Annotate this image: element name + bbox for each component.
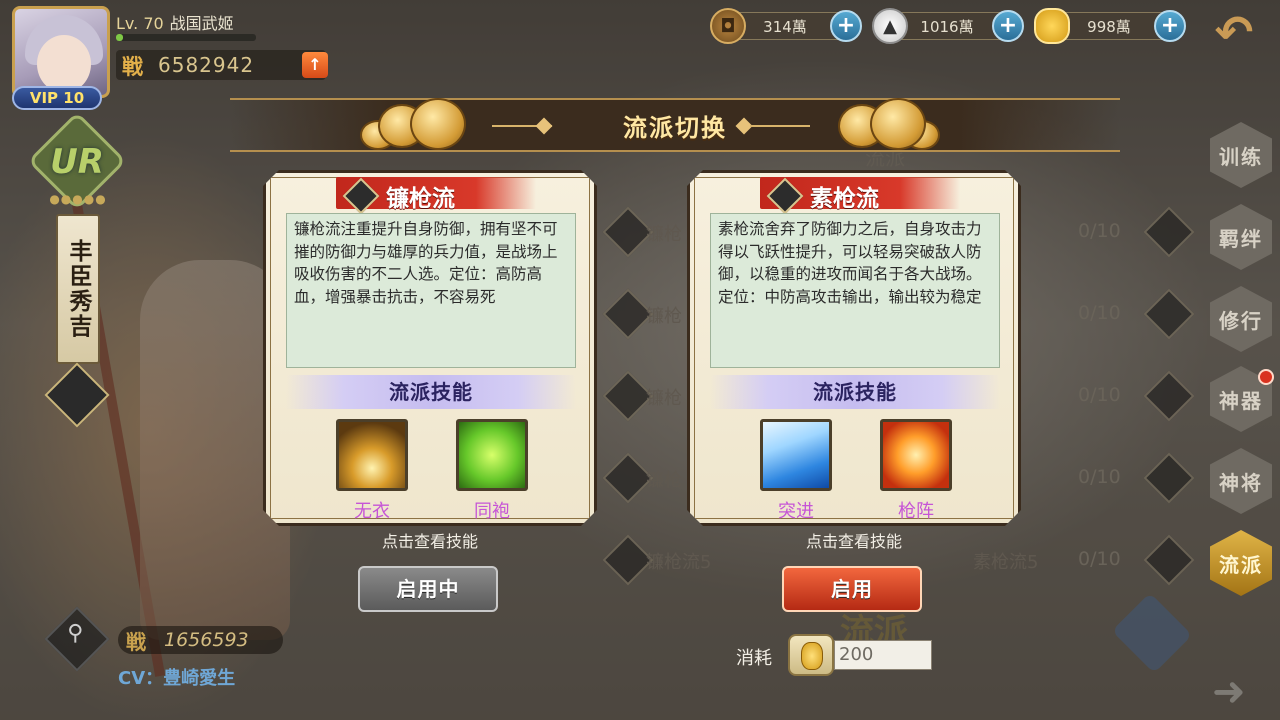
fire-tornado-icon[interactable] xyxy=(880,419,952,491)
search-icon: ⚲ xyxy=(67,621,84,647)
skill-item[interactable]: 突进 xyxy=(758,419,834,521)
enable-school-button[interactable]: 启用 xyxy=(782,566,922,612)
vip-badge[interactable]: VIP 10 xyxy=(12,86,102,110)
school-enabled-button[interactable]: 启用中 xyxy=(358,566,498,612)
power-value: 6582942 xyxy=(158,53,255,77)
power-up-icon[interactable]: ↑ xyxy=(302,52,328,78)
cost-value: 200 xyxy=(834,640,932,670)
currency-value: 998萬 xyxy=(1087,18,1131,36)
rice-ball-icon: ▲ xyxy=(872,8,908,44)
hero-power-value: 1656593 xyxy=(164,629,249,651)
add-gold-button[interactable]: + xyxy=(1154,10,1186,42)
player-power: 戦 6582942 ↑ xyxy=(116,50,328,80)
cost-row: 消耗 200 xyxy=(736,634,956,676)
skill-item[interactable]: 无衣 xyxy=(334,419,410,521)
view-skills-hint: 点击查看技能 xyxy=(805,532,902,551)
currency-coin: ◘ 314萬 + xyxy=(710,8,862,44)
dialog-header: 流派切换 xyxy=(230,98,1120,152)
gold-koban-icon xyxy=(1034,8,1070,44)
view-skills-hint: 点击查看技能 xyxy=(381,532,478,551)
green-slime-icon[interactable] xyxy=(456,419,528,491)
notification-dot xyxy=(1258,369,1274,385)
divider xyxy=(750,125,810,127)
fire-burst-icon[interactable] xyxy=(336,419,408,491)
avatar-face xyxy=(37,35,91,93)
card-title: 镰枪流 xyxy=(386,186,455,212)
cloud-ornament-icon xyxy=(820,94,940,156)
currency-value: 314萬 xyxy=(763,18,807,36)
exp-bar xyxy=(116,34,256,41)
currency-gold: 998萬 + xyxy=(1034,8,1186,44)
add-rice-button[interactable]: + xyxy=(992,10,1024,42)
dialog-title: 流派切换 xyxy=(623,114,727,142)
currency-rice: ▲ 1016萬 + xyxy=(872,8,1024,44)
skill-name: 枪阵 xyxy=(898,501,934,522)
skill-item[interactable]: 同袍 xyxy=(454,419,530,521)
level-label: Lv. 70 xyxy=(116,14,164,33)
hero-name: 丰臣秀吉 xyxy=(56,214,100,364)
gold-koban-icon xyxy=(788,634,834,676)
card-description: 素枪流舍弃了防御力之后，自身攻击力得以飞跃性提升，可以轻易突破敌人防御，以稳重的… xyxy=(710,213,1000,368)
skill-item[interactable]: 枪阵 xyxy=(878,419,954,521)
skill-name: 无衣 xyxy=(354,501,390,522)
back-button[interactable]: ↶ xyxy=(1200,8,1268,56)
player-title: 战国武姬 xyxy=(169,14,234,33)
hero-voice-actor: CV：豊崎愛生 xyxy=(118,668,236,689)
skill-name: 突进 xyxy=(778,501,814,522)
ice-wave-icon[interactable] xyxy=(760,419,832,491)
card-title: 素枪流 xyxy=(810,186,879,212)
skills-header: 流派技能 xyxy=(286,375,576,409)
card-description: 镰枪流注重提升自身防御，拥有坚不可摧的防御力与雄厚的兵力值，是战场上吸收伤害的不… xyxy=(286,213,576,368)
school-card-sickle-spear[interactable]: 镰枪流 镰枪流注重提升自身防御，拥有坚不可摧的防御力与雄厚的兵力值，是战场上吸收… xyxy=(263,170,597,526)
cost-label: 消耗 xyxy=(736,648,772,669)
next-arrow-icon[interactable]: ➜ xyxy=(1212,672,1246,712)
add-coin-button[interactable]: + xyxy=(830,10,862,42)
rarity-emblem: UR ●●●●● xyxy=(27,111,127,212)
skills-header: 流派技能 xyxy=(710,375,1000,409)
player-avatar[interactable] xyxy=(12,6,110,98)
rarity-dots: ●●●●● xyxy=(49,192,107,206)
skill-name: 同袍 xyxy=(474,501,510,522)
copper-coin-icon: ◘ xyxy=(710,8,746,44)
exp-fill xyxy=(116,34,123,41)
rarity-label: UR xyxy=(50,142,104,182)
currency-value: 1016萬 xyxy=(920,18,974,36)
power-glyph: 戦 xyxy=(126,630,146,654)
school-card-plain-spear[interactable]: 素枪流 素枪流舍弃了防御力之后，自身攻击力得以飞跃性提升，可以轻易突破敌人防御，… xyxy=(687,170,1021,526)
hero-power: 戦 1656593 xyxy=(118,626,283,654)
player-level: Lv. 70 战国武姬 xyxy=(116,10,234,34)
power-glyph: 戦 xyxy=(122,54,143,79)
